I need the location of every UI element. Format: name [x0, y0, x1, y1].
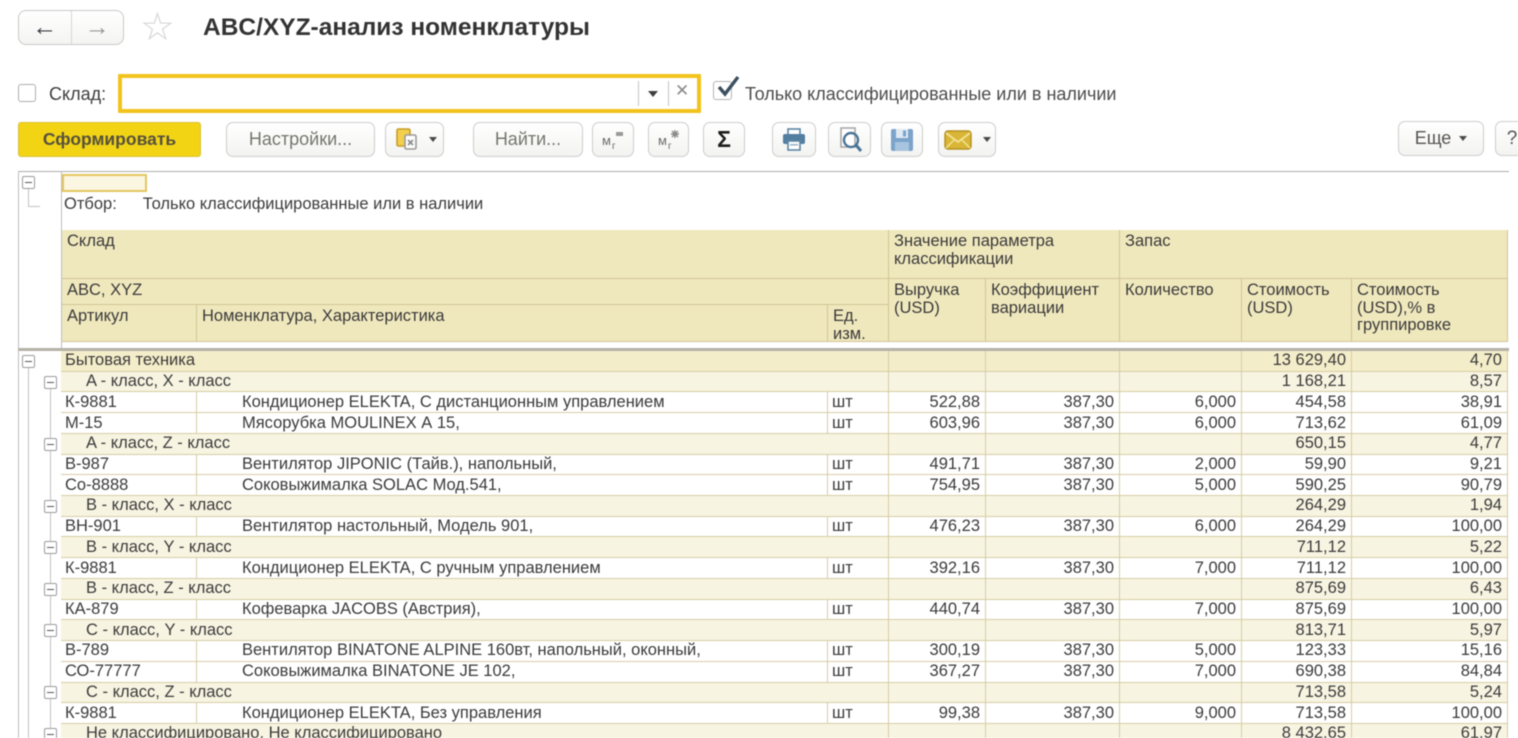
- svg-text:м: м: [602, 133, 611, 148]
- svg-text:г: г: [668, 141, 672, 152]
- svg-text:м: м: [658, 133, 667, 148]
- svg-text:г: г: [612, 141, 616, 152]
